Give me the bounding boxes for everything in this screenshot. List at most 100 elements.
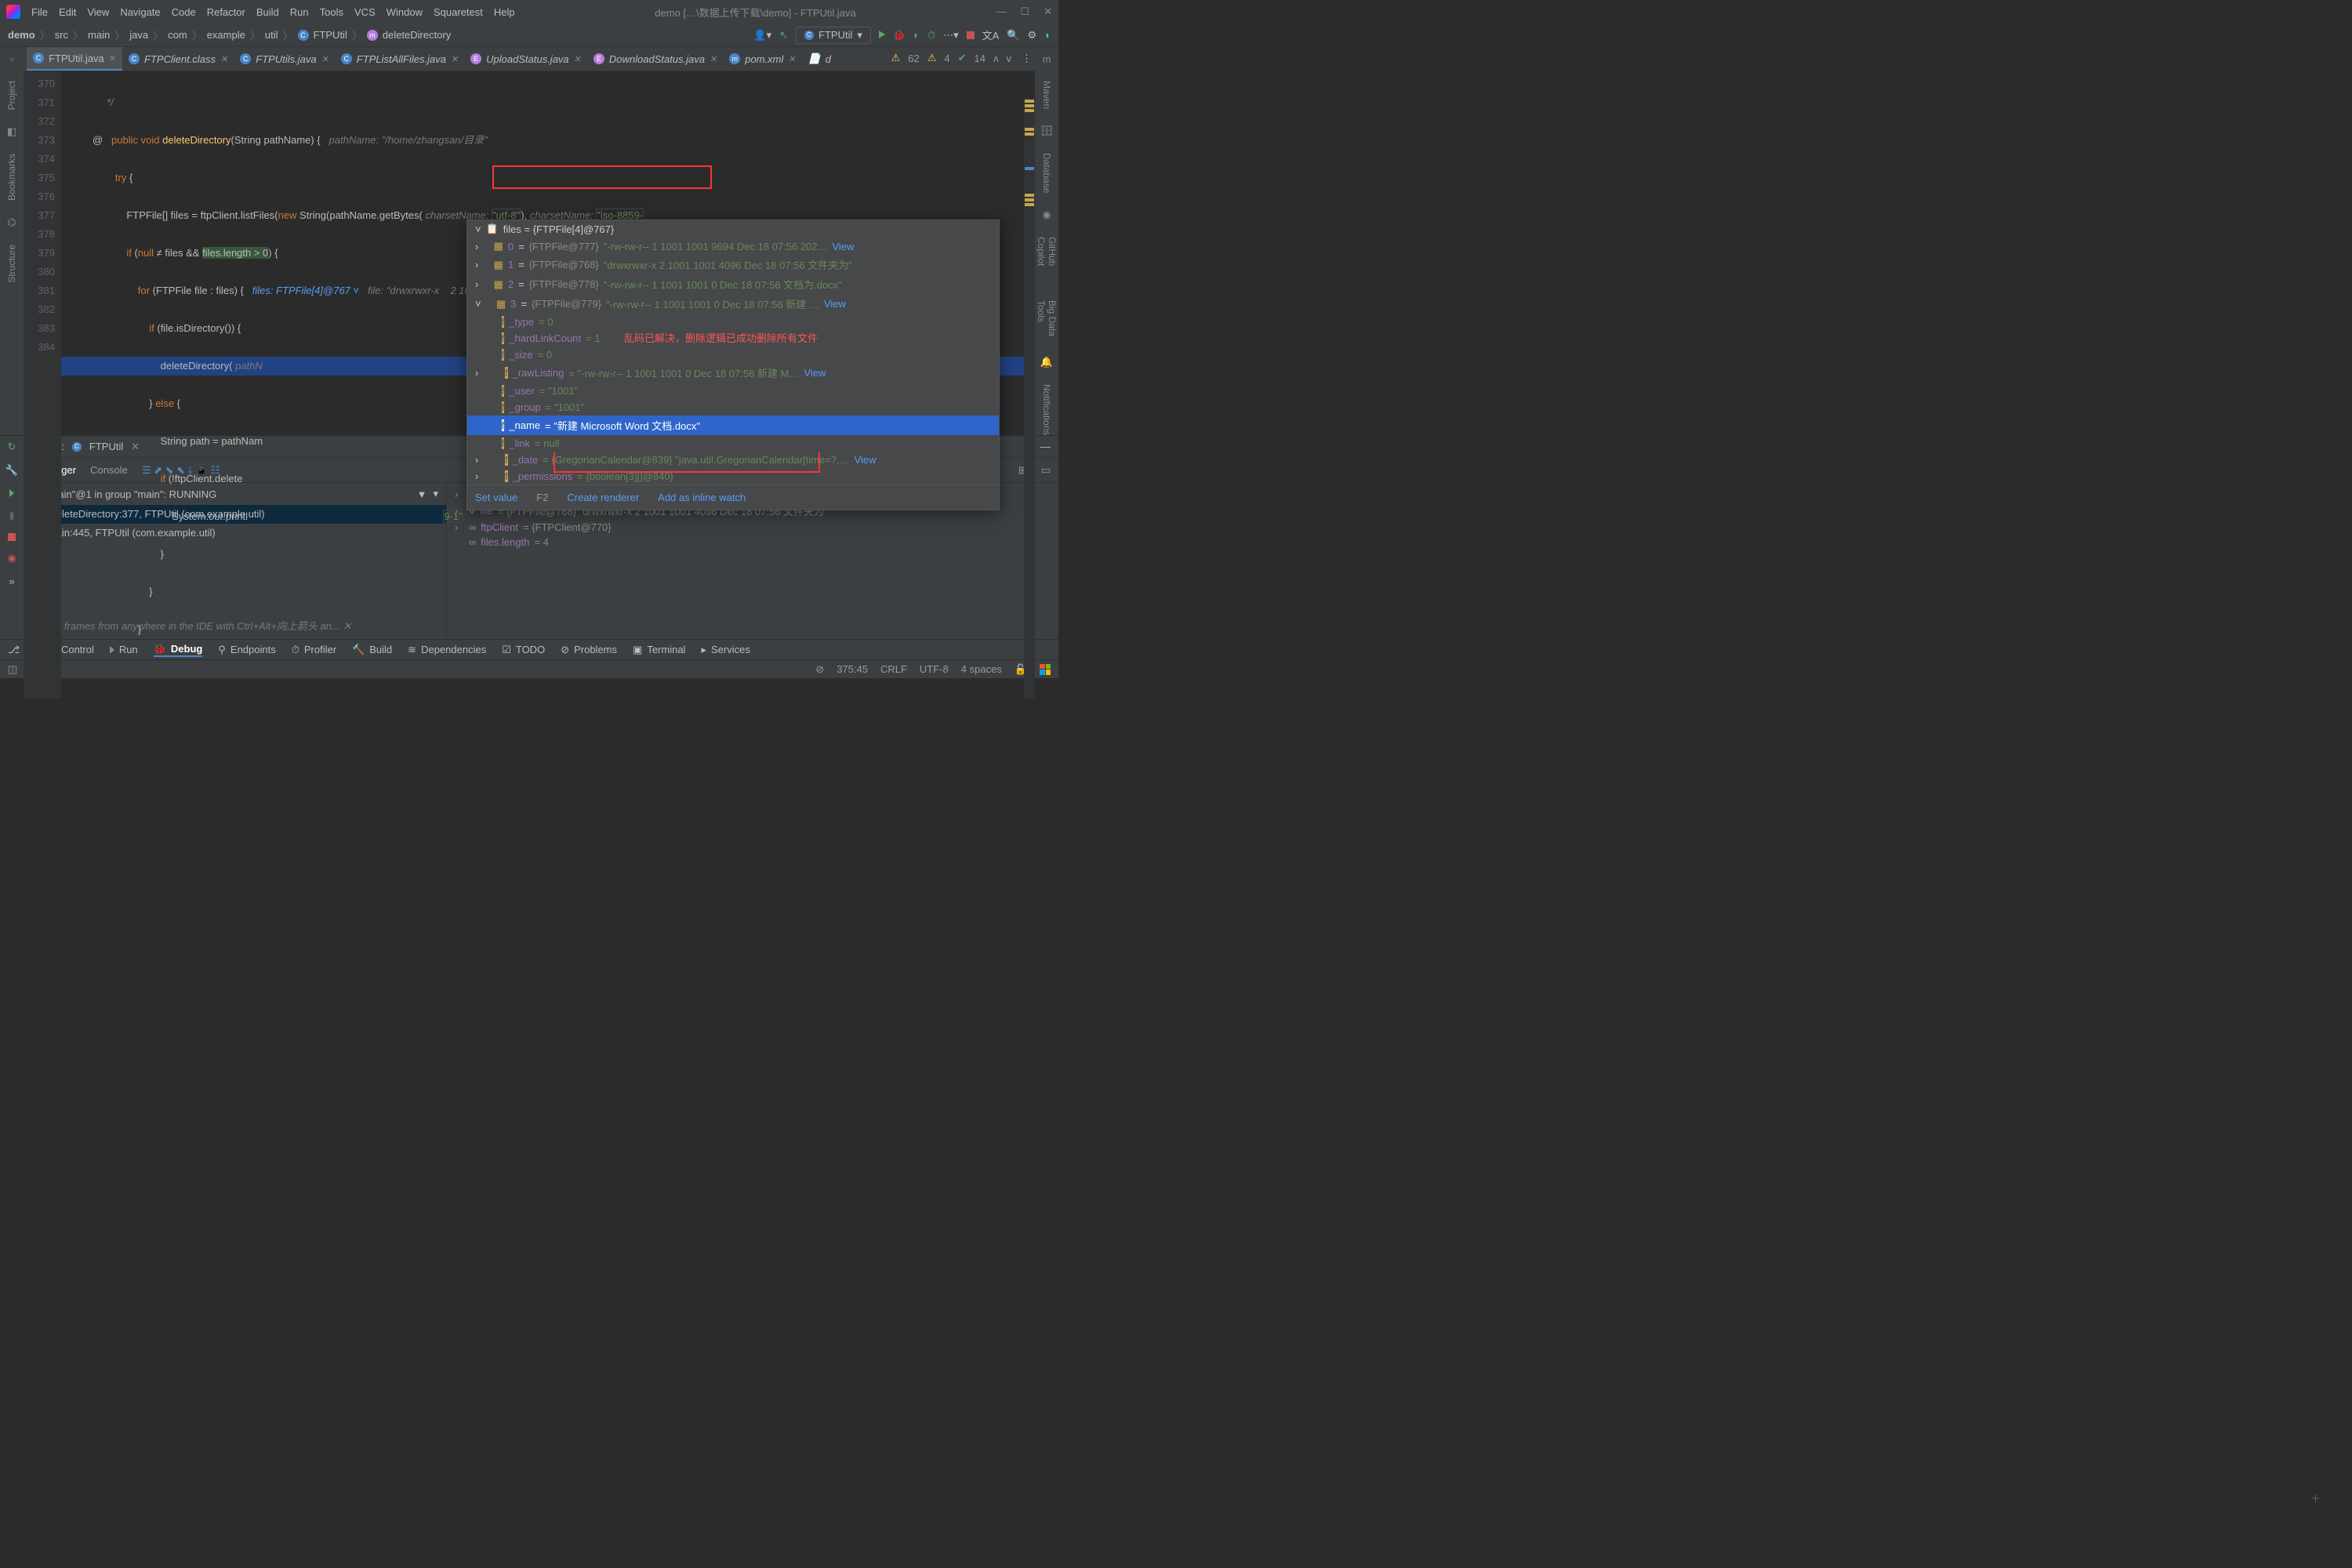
debug-button[interactable]: 🐞 <box>893 29 906 42</box>
breadcrumb-item[interactable]: com <box>168 29 187 41</box>
user-icon[interactable]: 👤▾ <box>753 29 771 42</box>
translate-icon[interactable]: 文A <box>982 27 1000 42</box>
run-config-dropdown[interactable]: C FTPUtil ▾ <box>796 27 871 44</box>
database-tool-icon[interactable]: 🗄 <box>1040 125 1054 137</box>
class-icon: C <box>804 31 814 40</box>
tab-ftputils[interactable]: CFTPUtils.java✕ <box>234 47 335 71</box>
popup-field-_size[interactable]: f _size = 0 <box>467 347 999 363</box>
structure-tool-label[interactable]: Structure <box>6 245 17 283</box>
create-renderer-link[interactable]: Create renderer <box>567 492 639 503</box>
menu-navigate[interactable]: Navigate <box>120 6 160 18</box>
project-tool-icon[interactable]: ▫ <box>10 53 14 65</box>
breadcrumb-class[interactable]: FTPUtil <box>314 29 347 41</box>
coverage-button[interactable]: ◐ <box>913 29 920 41</box>
tab-uploadstatus[interactable]: EUploadStatus.java✕ <box>464 47 587 71</box>
popup-array-item[interactable]: › ▦ 1 = {FTPFile@768} "drwxrwxr-x 2 1001… <box>467 255 999 274</box>
menu-build[interactable]: Build <box>256 6 279 18</box>
bookmarks-tool-icon[interactable]: ◧ <box>7 125 16 138</box>
resume-button[interactable] <box>9 488 14 499</box>
microsoft-logo-icon[interactable] <box>1040 664 1051 675</box>
maven-tool-icon[interactable]: m <box>1043 53 1051 65</box>
popup-array-item[interactable]: › ▦ 0 = {FTPFile@777} "-rw-rw-r-- 1 1001… <box>467 238 999 255</box>
tool-windows-icon[interactable]: ◫ <box>8 663 17 676</box>
minimize-button[interactable]: — <box>996 5 1006 18</box>
popup-array-item[interactable]: › ▦ 2 = {FTPFile@778} "-rw-rw-r-- 1 1001… <box>467 274 999 294</box>
modify-run-icon[interactable]: 🔧 <box>5 464 18 477</box>
menu-tools[interactable]: Tools <box>320 6 343 18</box>
database-tool-label[interactable]: Database <box>1041 153 1052 193</box>
bigdata-tool-label[interactable]: Big Data Tools <box>1036 300 1058 339</box>
breadcrumb-item[interactable]: main <box>88 29 110 41</box>
line-gutter: 3703713723733743753763773783793803813823… <box>24 71 61 699</box>
tab-ftplistall[interactable]: CFTPListAllFiles.java✕ <box>335 47 464 71</box>
breadcrumb-item[interactable]: util <box>265 29 278 41</box>
rerun-button[interactable]: ↻ <box>8 441 16 453</box>
class-icon: C <box>298 30 309 41</box>
menu-edit[interactable]: Edit <box>59 6 76 18</box>
pause-button[interactable]: ‖ <box>9 510 13 522</box>
tab-label: UploadStatus.java <box>486 53 569 65</box>
add-inline-watch-link[interactable]: Add as inline watch <box>658 492 746 503</box>
popup-field-_name[interactable]: f _name = "新建 Microsoft Word 文档.docx" <box>467 416 999 435</box>
breadcrumb-item[interactable]: example <box>207 29 245 41</box>
close-button[interactable]: ✕ <box>1044 5 1052 18</box>
copilot-tool-label[interactable]: GitHub Copilot <box>1036 237 1058 277</box>
maximize-button[interactable]: ☐ <box>1020 5 1029 18</box>
menu-window[interactable]: Window <box>387 6 423 18</box>
settings-icon[interactable]: ⚙ <box>1027 29 1036 42</box>
menu-vcs[interactable]: VCS <box>354 6 376 18</box>
tab-label: FTPListAllFiles.java <box>357 53 446 65</box>
popup-field-_rawListing[interactable]: › f _rawListing = "-rw-rw-r-- 1 1001 100… <box>467 363 999 383</box>
menu-squaretest[interactable]: Squaretest <box>434 6 483 18</box>
stop-debug-button[interactable] <box>8 533 16 541</box>
hammer-icon[interactable]: ↖ <box>779 29 788 42</box>
menu-file[interactable]: File <box>31 6 48 18</box>
tab-ftputil[interactable]: CFTPUtil.java✕ <box>27 47 122 71</box>
close-tab-icon[interactable]: ✕ <box>109 53 116 64</box>
menu-refactor[interactable]: Refactor <box>207 6 245 18</box>
run-button[interactable] <box>879 29 885 41</box>
nav-down-icon[interactable]: v <box>1007 53 1012 64</box>
ok-count: 14 <box>975 53 985 64</box>
minimap[interactable] <box>1024 98 1035 699</box>
breadcrumb-item[interactable]: src <box>55 29 68 41</box>
nav-up-icon[interactable]: ʌ <box>993 53 999 64</box>
view-breakpoints-icon[interactable]: ◉ <box>7 552 16 564</box>
tabs-dropdown-icon[interactable]: ⋮ <box>1022 53 1032 65</box>
popup-field-_group[interactable]: f _group = "1001" <box>467 399 999 416</box>
bookmarks-tool-label[interactable]: Bookmarks <box>6 154 17 201</box>
tab-downloadstatus[interactable]: EDownloadStatus.java✕ <box>587 47 723 71</box>
tab-ftpclient[interactable]: CFTPClient.class✕ <box>122 47 234 71</box>
tab-pom[interactable]: mpom.xml✕ <box>723 47 801 71</box>
breadcrumb-item[interactable]: java <box>129 29 148 41</box>
structure-tool-icon[interactable]: ⌬ <box>7 216 16 229</box>
project-tool-label[interactable]: Project <box>6 81 17 110</box>
plugin-icon[interactable]: ◗ <box>1044 29 1051 41</box>
menu-view[interactable]: View <box>87 6 109 18</box>
editor-tabs: CFTPUtil.java✕ CFTPClient.class✕ CFTPUti… <box>24 47 1035 71</box>
minimize-panel-icon[interactable]: — <box>1040 441 1051 452</box>
search-icon[interactable]: 🔍 <box>1007 29 1019 42</box>
menu-run[interactable]: Run <box>290 6 309 18</box>
breadcrumb-method[interactable]: deleteDirectory <box>383 29 451 41</box>
threads-icon[interactable]: ▭ <box>1041 464 1051 477</box>
popup-field-_user[interactable]: f _user = "1001" <box>467 383 999 399</box>
profile-button[interactable]: ⏱ <box>927 29 935 42</box>
menu-help[interactable]: Help <box>494 6 515 18</box>
copilot-tool-icon[interactable]: ◉ <box>1042 209 1051 221</box>
popup-field-_link[interactable]: f _link = null <box>467 435 999 452</box>
set-value-link[interactable]: Set value <box>475 492 517 503</box>
popup-array-item[interactable]: ˅ ▦ 3 = {FTPFile@779} "-rw-rw-r-- 1 1001… <box>467 294 999 314</box>
maven-tool-label[interactable]: Maven <box>1041 81 1052 109</box>
notifications-tool-label[interactable]: Notifications <box>1041 384 1052 435</box>
more-debug-icon[interactable]: » <box>9 575 14 587</box>
popup-field-_type[interactable]: f _type = 0 <box>467 314 999 330</box>
notifications-tool-icon[interactable]: 🔔 <box>1040 356 1053 368</box>
stop-button[interactable] <box>967 31 975 39</box>
run-config-label: FTPUtil <box>818 29 852 41</box>
tab-more[interactable]: 📄d <box>802 47 837 71</box>
breadcrumb-root[interactable]: demo <box>8 29 35 41</box>
menu-code[interactable]: Code <box>172 6 196 18</box>
attach-button[interactable]: ⋯▾ <box>943 29 959 42</box>
editor-inspections[interactable]: ⚠62 ⚠4 ✔14 ʌv <box>891 52 1011 64</box>
